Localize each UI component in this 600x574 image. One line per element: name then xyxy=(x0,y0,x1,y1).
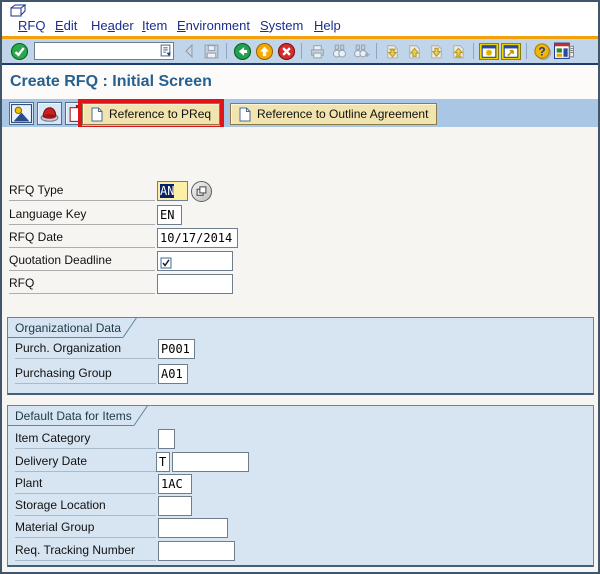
menu-item-system[interactable]: System xyxy=(260,18,303,33)
default-data-for-items-panel: Default Data for Items Item Category Del… xyxy=(7,405,594,567)
field-label: Storage Location xyxy=(15,498,156,516)
exit-icon[interactable] xyxy=(253,41,275,61)
last-page-icon xyxy=(447,41,469,61)
save-icon xyxy=(200,41,222,61)
form-row: Delivery Date T xyxy=(8,452,593,474)
main-content: RFQ Type AN Language Key EN RFQ Date 10/… xyxy=(2,127,598,572)
toolbar-separator xyxy=(376,43,377,59)
rfq-date-field[interactable]: 10/17/2014 xyxy=(157,228,238,248)
menu-bar: RFQ Edit Header Item Environment System … xyxy=(2,17,598,36)
toolbar-separator xyxy=(526,43,527,59)
reference-to-outline-agreement-button[interactable]: Reference to Outline Agreement xyxy=(230,103,438,125)
panel-tab: Organizational Data xyxy=(8,317,138,338)
panel-tab: Default Data for Items xyxy=(8,405,148,426)
standard-toolbar: ? xyxy=(2,39,598,63)
toolbar-separator xyxy=(473,43,474,59)
create-shortcut-icon[interactable] xyxy=(500,41,522,61)
form-row: Purch. Organization P001 xyxy=(8,339,593,361)
customize-layout-icon[interactable] xyxy=(553,41,575,61)
document-icon xyxy=(239,107,251,121)
form-row: Req. Tracking Number xyxy=(8,541,593,563)
form-row: Plant 1AC xyxy=(8,474,593,496)
first-page-icon xyxy=(381,41,403,61)
field-label: Language Key xyxy=(9,207,155,225)
field-label: RFQ Date xyxy=(9,230,155,248)
field-label: RFQ xyxy=(9,276,155,294)
reference-to-preq-button[interactable]: Reference to PReq xyxy=(82,103,221,125)
field-label: Req. Tracking Number xyxy=(15,543,156,561)
help-icon[interactable]: ? xyxy=(531,41,553,61)
application-toolbar: Reference to PReq Reference to Outline A… xyxy=(2,99,598,130)
field-label: Purchasing Group xyxy=(15,366,156,384)
req-tracking-number-field[interactable] xyxy=(158,541,235,561)
document-icon xyxy=(91,107,103,121)
field-label: Material Group xyxy=(15,520,156,538)
delivery-date-category-field[interactable]: T xyxy=(156,452,170,472)
quotation-deadline-field[interactable] xyxy=(157,251,233,271)
form-row: Item Category xyxy=(8,429,593,451)
organizational-data-panel: Organizational Data Purch. Organization … xyxy=(7,317,594,395)
delivery-date-field[interactable] xyxy=(172,452,249,472)
page-title: Create RFQ : Initial Screen xyxy=(2,65,598,99)
required-checkbox-icon xyxy=(160,257,172,268)
toolbar-separator xyxy=(226,43,227,59)
menu-item-header[interactable]: Header xyxy=(91,18,134,33)
form-row: Material Group xyxy=(8,518,593,540)
field-label: Plant xyxy=(15,476,156,494)
red-hat-icon[interactable] xyxy=(37,102,62,125)
find-next-icon xyxy=(350,41,372,61)
plant-field[interactable]: 1AC xyxy=(158,474,192,494)
menu-item-rfq[interactable]: RFQ xyxy=(18,18,45,33)
storage-location-field[interactable] xyxy=(158,496,192,516)
item-category-field[interactable] xyxy=(158,429,175,449)
collapse-toolbar-icon[interactable] xyxy=(178,41,200,61)
form-row: Language Key EN xyxy=(2,205,598,227)
find-icon xyxy=(328,41,350,61)
form-row: Storage Location xyxy=(8,496,593,518)
window-titlebar xyxy=(2,2,598,17)
field-label: Item Category xyxy=(15,431,156,449)
menu-item-item[interactable]: Item xyxy=(142,18,167,33)
field-label: RFQ Type xyxy=(9,183,155,201)
material-group-field[interactable] xyxy=(158,518,228,538)
command-history-icon[interactable] xyxy=(159,44,172,57)
cancel-icon[interactable] xyxy=(275,41,297,61)
rfq-number-field[interactable] xyxy=(157,274,233,294)
form-row: RFQ Type AN xyxy=(2,181,598,203)
next-page-icon xyxy=(425,41,447,61)
menu-item-help[interactable]: Help xyxy=(314,18,341,33)
menu-item-environment[interactable]: Environment xyxy=(177,18,250,33)
matchcode-icon[interactable] xyxy=(191,181,212,202)
print-icon xyxy=(306,41,328,61)
command-field xyxy=(34,42,174,60)
toolbar-separator xyxy=(301,43,302,59)
form-row: Quotation Deadline xyxy=(2,251,598,273)
field-label: Delivery Date xyxy=(15,454,156,472)
command-input[interactable] xyxy=(34,42,174,60)
sap-window: RFQ Edit Header Item Environment System … xyxy=(0,0,600,574)
language-key-field[interactable]: EN xyxy=(157,205,182,225)
back-icon[interactable] xyxy=(231,41,253,61)
person-mountain-icon[interactable] xyxy=(9,102,34,125)
field-label: Quotation Deadline xyxy=(9,253,155,271)
enter-icon[interactable] xyxy=(8,41,30,61)
form-row: RFQ Date 10/17/2014 xyxy=(2,228,598,250)
svg-text:?: ? xyxy=(538,45,545,58)
rfq-type-field[interactable]: AN xyxy=(157,181,188,201)
previous-page-icon xyxy=(403,41,425,61)
menu-item-edit[interactable]: Edit xyxy=(55,18,77,33)
form-row: Purchasing Group A01 xyxy=(8,364,593,386)
field-label: Purch. Organization xyxy=(15,341,156,359)
new-session-icon[interactable] xyxy=(478,41,500,61)
screen-icon[interactable] xyxy=(9,4,27,17)
form-row: RFQ xyxy=(2,274,598,296)
purchasing-group-field[interactable]: A01 xyxy=(158,364,188,384)
purch-organization-field[interactable]: P001 xyxy=(158,339,195,359)
